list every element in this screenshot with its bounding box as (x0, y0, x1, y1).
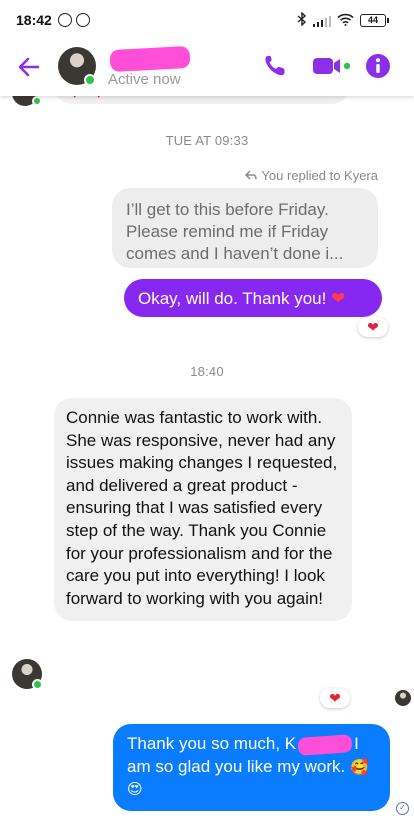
signal-icon (312, 15, 331, 27)
reply-note-text: You replied to Kyera (261, 168, 378, 183)
back-arrow-icon[interactable] (16, 54, 42, 80)
messenger-notification-icon (57, 13, 72, 27)
online-indicator (32, 679, 43, 690)
quoted-message[interactable]: I’ll get to this before Friday. Please r… (112, 188, 378, 268)
notification-icon (75, 13, 90, 27)
reply-arrow-icon (245, 169, 258, 183)
wifi-icon (337, 13, 354, 29)
sent-message-text: Thank you so much, K (127, 734, 297, 753)
sent-check-icon: ✓ (396, 802, 409, 815)
online-indicator (84, 74, 96, 86)
phone-call-icon[interactable] (262, 52, 288, 80)
online-indicator (32, 96, 42, 106)
chat-header: Active now (0, 40, 414, 96)
heart-icon: ❤ (329, 689, 341, 706)
timestamp: TUE AT 09:33 (165, 133, 249, 148)
redacted-name (297, 733, 353, 756)
sent-message-text: Okay, will do. Thank you! (138, 289, 327, 308)
video-call-icon[interactable] (312, 52, 352, 80)
heart-icon: ❤ (367, 318, 379, 335)
contact-name-redacted (109, 45, 191, 73)
status-bar: 18:42 44 (0, 0, 414, 40)
battery-icon: 44 (360, 14, 389, 27)
heart-icon: ♥ (96, 96, 101, 100)
sent-message-bubble[interactable]: Okay, will do. Thank you! ❤ (124, 279, 382, 317)
active-status: Active now (108, 71, 181, 88)
info-icon[interactable] (364, 52, 392, 80)
heart-reaction[interactable]: ❤ (320, 688, 350, 708)
status-icons: 44 (297, 11, 389, 29)
reply-note: You replied to Kyera (245, 168, 378, 183)
seen-avatar (395, 690, 411, 706)
conversation[interactable]: ♥ ♥ TUE AT 09:33 You replied to Kyera I’… (0, 96, 414, 833)
bluetooth-icon (297, 11, 307, 29)
status-time: 18:42 (16, 12, 52, 28)
heart-icon: ♥ (72, 96, 77, 100)
heart-emoji: ❤ (331, 289, 346, 308)
heart-reaction[interactable]: ❤ (358, 317, 388, 337)
received-message-bubble[interactable]: Connie was fantastic to work with. She w… (54, 398, 352, 622)
sent-message-bubble[interactable]: Thank you so much, KI am so glad you lik… (113, 724, 390, 811)
timestamp: 18:40 (190, 364, 224, 379)
